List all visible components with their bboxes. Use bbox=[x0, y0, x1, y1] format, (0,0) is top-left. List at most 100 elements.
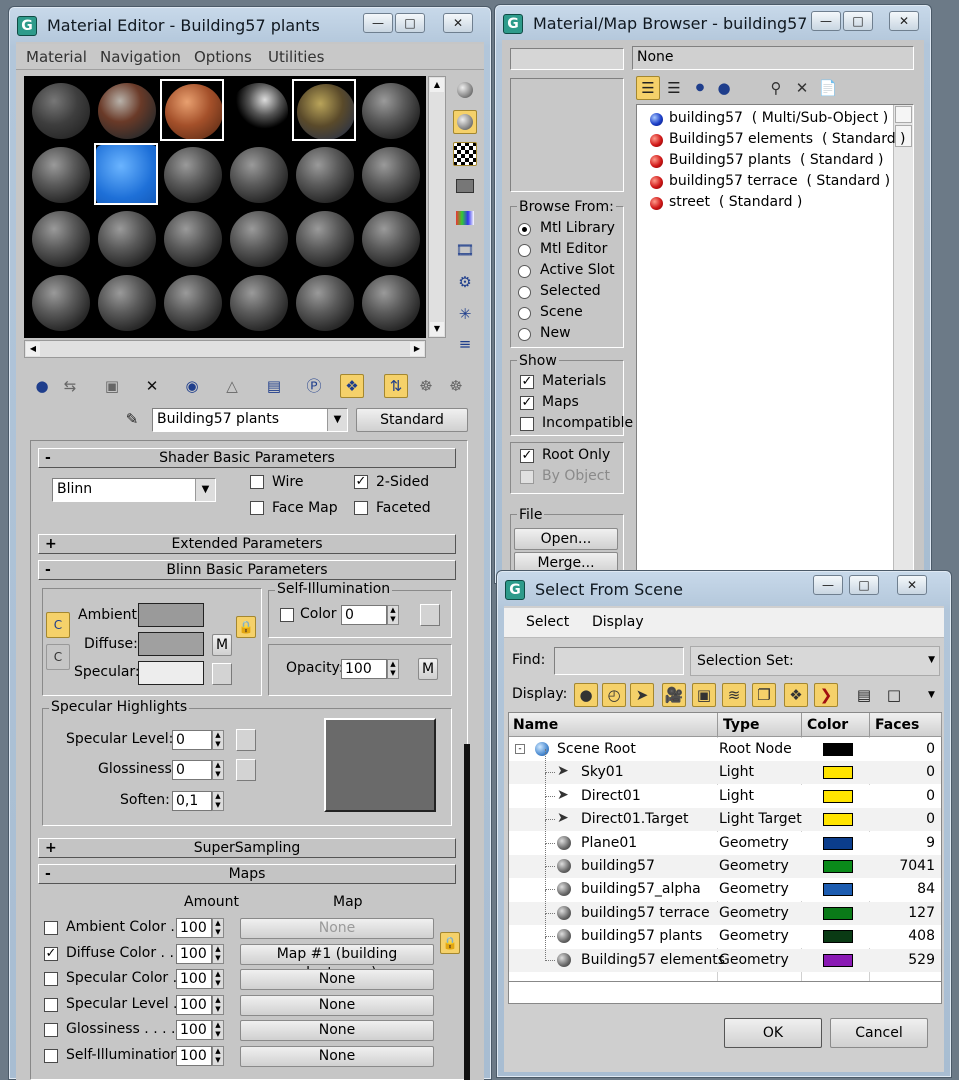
map-amount-arrows[interactable]: ▲ ▼ bbox=[212, 1046, 224, 1066]
map-amount-arrows[interactable]: ▲ ▼ bbox=[212, 969, 224, 990]
blinn-basic-rollout[interactable]: - Blinn Basic Parameters bbox=[38, 560, 456, 580]
lock-ambient-diffuse-icon[interactable]: C bbox=[46, 612, 70, 638]
lock-icon[interactable]: 🔒 bbox=[236, 616, 256, 638]
show-maps-checkbox[interactable]: ✓ bbox=[520, 396, 534, 410]
display-geometry-icon[interactable]: ● bbox=[574, 683, 598, 707]
maps-lock-icon[interactable]: 🔒 bbox=[440, 932, 460, 954]
sample-uv-tiling-icon[interactable] bbox=[453, 174, 477, 198]
chevron-down-icon[interactable]: ▼ bbox=[327, 409, 347, 431]
faceted-checkbox[interactable] bbox=[354, 501, 368, 515]
eyedropper-icon[interactable]: ✎ bbox=[120, 407, 144, 431]
minimize-button[interactable]: — bbox=[363, 13, 393, 33]
table-row[interactable]: building57 plants Geometry 408 bbox=[509, 913, 941, 949]
go-to-parent-icon[interactable]: ⇅ bbox=[384, 374, 408, 398]
wire-checkbox[interactable] bbox=[250, 475, 264, 489]
view-list-icon[interactable]: ☰ bbox=[636, 76, 660, 100]
specular-level-map-button[interactable] bbox=[236, 729, 256, 751]
make-unique-icon[interactable]: ◉ bbox=[180, 374, 204, 398]
material-sample-slot[interactable] bbox=[226, 79, 290, 141]
rollout-scrollbar[interactable] bbox=[464, 744, 470, 1080]
material-sample-slot[interactable] bbox=[160, 143, 224, 205]
map-slot-button[interactable]: None bbox=[240, 994, 434, 1016]
map-slot-button[interactable]: None bbox=[240, 1046, 434, 1067]
display-options-chevron-icon[interactable]: ▼ bbox=[928, 690, 935, 700]
maximize-button[interactable]: □ bbox=[849, 575, 879, 595]
glossiness-arrows[interactable]: ▲ ▼ bbox=[212, 760, 224, 780]
lock-diffuse-specular-icon[interactable]: C bbox=[46, 644, 70, 670]
material-sample-slot[interactable] bbox=[226, 271, 290, 333]
material-editor-titlebar[interactable]: G Material Editor - Building57 plants — … bbox=[9, 7, 491, 43]
ok-button[interactable]: OK bbox=[724, 1018, 822, 1048]
menu-material[interactable]: Material bbox=[26, 48, 87, 66]
material-sample-slot[interactable] bbox=[358, 79, 422, 141]
map-enable-checkbox[interactable] bbox=[44, 1023, 58, 1038]
material-sample-slot[interactable] bbox=[28, 79, 92, 141]
material-list-item[interactable]: building57 terrace ( Standard ) bbox=[669, 173, 890, 189]
display-all-icon[interactable]: ▤ bbox=[852, 683, 876, 707]
put-to-library-icon[interactable]: △ bbox=[220, 374, 244, 398]
specular-level-spinner[interactable]: 0 bbox=[172, 730, 212, 750]
menu-display[interactable]: Display bbox=[592, 614, 644, 630]
supersampling-rollout[interactable]: + SuperSampling bbox=[38, 838, 456, 858]
shader-dropdown[interactable]: Blinn ▼ bbox=[52, 478, 216, 502]
material-sample-slot[interactable] bbox=[160, 79, 224, 141]
specular-level-arrows[interactable]: ▲ ▼ bbox=[212, 730, 224, 750]
maximize-button[interactable]: □ bbox=[395, 13, 425, 33]
soften-spinner[interactable]: 0,1 bbox=[172, 791, 212, 811]
material-navigator-icon[interactable]: ≡ bbox=[453, 332, 477, 356]
map-amount-arrows[interactable]: ▲ ▼ bbox=[212, 943, 224, 964]
scroll-up-icon[interactable]: ▲ bbox=[430, 78, 444, 92]
map-enable-checkbox[interactable] bbox=[44, 1049, 58, 1063]
video-color-check-icon[interactable] bbox=[453, 206, 477, 230]
scroll-left-icon[interactable]: ◀ bbox=[26, 342, 40, 356]
browse-from-radio[interactable] bbox=[518, 307, 531, 320]
col-type[interactable]: Type bbox=[723, 717, 760, 733]
table-row[interactable]: - Scene Root Root Node 0 bbox=[509, 738, 941, 761]
browse-from-radio[interactable] bbox=[518, 223, 531, 236]
material-name-field[interactable]: Building57 plants ▼ bbox=[152, 408, 348, 432]
self-illum-map-button[interactable] bbox=[420, 604, 440, 626]
make-preview-icon[interactable]: 🎞 bbox=[453, 238, 477, 262]
display-shapes-icon[interactable]: ◴ bbox=[602, 683, 626, 707]
close-button[interactable]: ✕ bbox=[443, 13, 473, 33]
backlight-icon[interactable] bbox=[453, 110, 477, 134]
material-list-item[interactable]: street ( Standard ) bbox=[669, 194, 802, 210]
map-amount-spinner[interactable]: 100 bbox=[176, 994, 212, 1015]
scroll-down-icon[interactable]: ▼ bbox=[430, 322, 444, 336]
self-illum-color-checkbox[interactable] bbox=[280, 608, 294, 622]
col-faces[interactable]: Faces bbox=[875, 717, 919, 733]
map-slot-button[interactable]: None bbox=[240, 1020, 434, 1042]
material-list-item[interactable]: building57 ( Multi/Sub-Object ) bbox=[669, 110, 888, 126]
opacity-spinner-arrows[interactable]: ▲ ▼ bbox=[387, 659, 399, 679]
material-sample-slot[interactable] bbox=[28, 207, 92, 269]
map-amount-spinner[interactable]: 100 bbox=[176, 1046, 212, 1066]
map-amount-arrows[interactable]: ▲ ▼ bbox=[212, 918, 224, 938]
shader-basic-rollout[interactable]: - Shader Basic Parameters bbox=[38, 448, 456, 468]
view-list-icons-icon[interactable]: ☰ bbox=[662, 76, 686, 100]
reset-map-icon[interactable]: ✕ bbox=[140, 374, 164, 398]
opacity-spinner[interactable]: 100 bbox=[341, 659, 387, 679]
slot-horizontal-scrollbar[interactable]: ◀ ▶ bbox=[24, 340, 426, 358]
material-list-item[interactable]: Building57 elements ( Standard ) bbox=[669, 131, 906, 147]
cancel-button[interactable]: Cancel bbox=[830, 1018, 928, 1048]
display-spacewarps-icon[interactable]: ≋ bbox=[722, 683, 746, 707]
table-row[interactable]: Building57 elements Geometry 529 bbox=[509, 936, 941, 972]
material-sample-slot[interactable] bbox=[94, 79, 158, 141]
map-amount-spinner[interactable]: 100 bbox=[176, 943, 212, 964]
ambient-color-swatch[interactable] bbox=[138, 603, 204, 627]
display-xrefs-icon[interactable]: ❖ bbox=[784, 683, 808, 707]
delete-from-library-icon[interactable]: ✕ bbox=[790, 76, 814, 100]
material-sample-slot[interactable] bbox=[94, 143, 158, 205]
diffuse-map-button[interactable]: M bbox=[212, 634, 232, 656]
view-large-icons-icon[interactable]: ● bbox=[712, 76, 736, 100]
browse-from-radio[interactable] bbox=[518, 265, 531, 278]
table-row[interactable]: building57_alpha Geometry 84 bbox=[509, 866, 941, 902]
display-bones-icon[interactable]: ❯ bbox=[814, 683, 838, 707]
show-materials-checkbox[interactable]: ✓ bbox=[520, 375, 534, 389]
close-button[interactable]: ✕ bbox=[897, 575, 927, 595]
clear-library-icon[interactable]: 📄 bbox=[816, 76, 840, 100]
material-sample-slot[interactable] bbox=[358, 271, 422, 333]
get-material-icon[interactable]: ● bbox=[30, 374, 54, 398]
display-none-icon[interactable]: □ bbox=[882, 683, 906, 707]
background-checker-icon[interactable] bbox=[453, 142, 477, 166]
